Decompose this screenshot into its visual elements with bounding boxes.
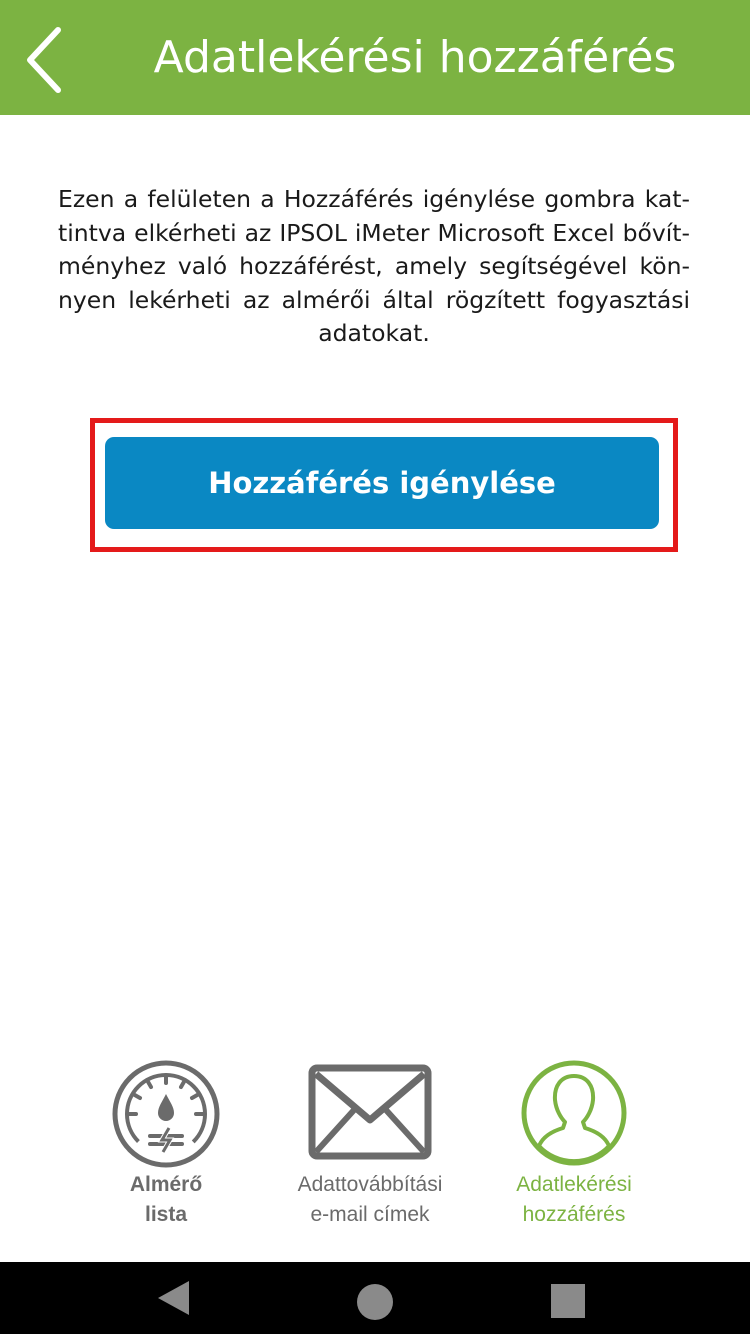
recents-square-icon[interactable] [518, 1262, 618, 1334]
user-icon [521, 1060, 627, 1166]
nav-item-email-addresses[interactable]: Adattovábbítási e-mail címek [260, 1050, 480, 1250]
home-circle-icon[interactable] [325, 1262, 425, 1334]
app-header: Adatlekérési hozzáférés [0, 0, 750, 115]
nav-label: Adattovábbítási e-mail címek [297, 1173, 443, 1226]
nav-item-data-access[interactable]: Adatlekérési hozzáférés [464, 1050, 684, 1250]
back-arrow-icon[interactable] [18, 20, 78, 100]
nav-item-submeter-list[interactable]: Almérő lista [56, 1050, 276, 1250]
nav-label: Almérő lista [129, 1173, 203, 1226]
back-triangle-icon[interactable] [125, 1262, 225, 1334]
request-access-button[interactable]: Hozzáférés igénylése [105, 437, 659, 529]
gauge-icon [112, 1060, 220, 1168]
description-text: Ezen a felületen a Hozzáférés igénylése … [58, 185, 690, 347]
system-nav-bar [0, 1262, 750, 1334]
envelope-icon [308, 1064, 432, 1160]
bottom-nav: Almérő lista Adattovábbítási e-mail címe… [0, 1050, 750, 1260]
nav-label: Adatlekérési hozzáférés [516, 1173, 632, 1226]
page-title: Adatlekérési hozzáférés [153, 32, 677, 83]
